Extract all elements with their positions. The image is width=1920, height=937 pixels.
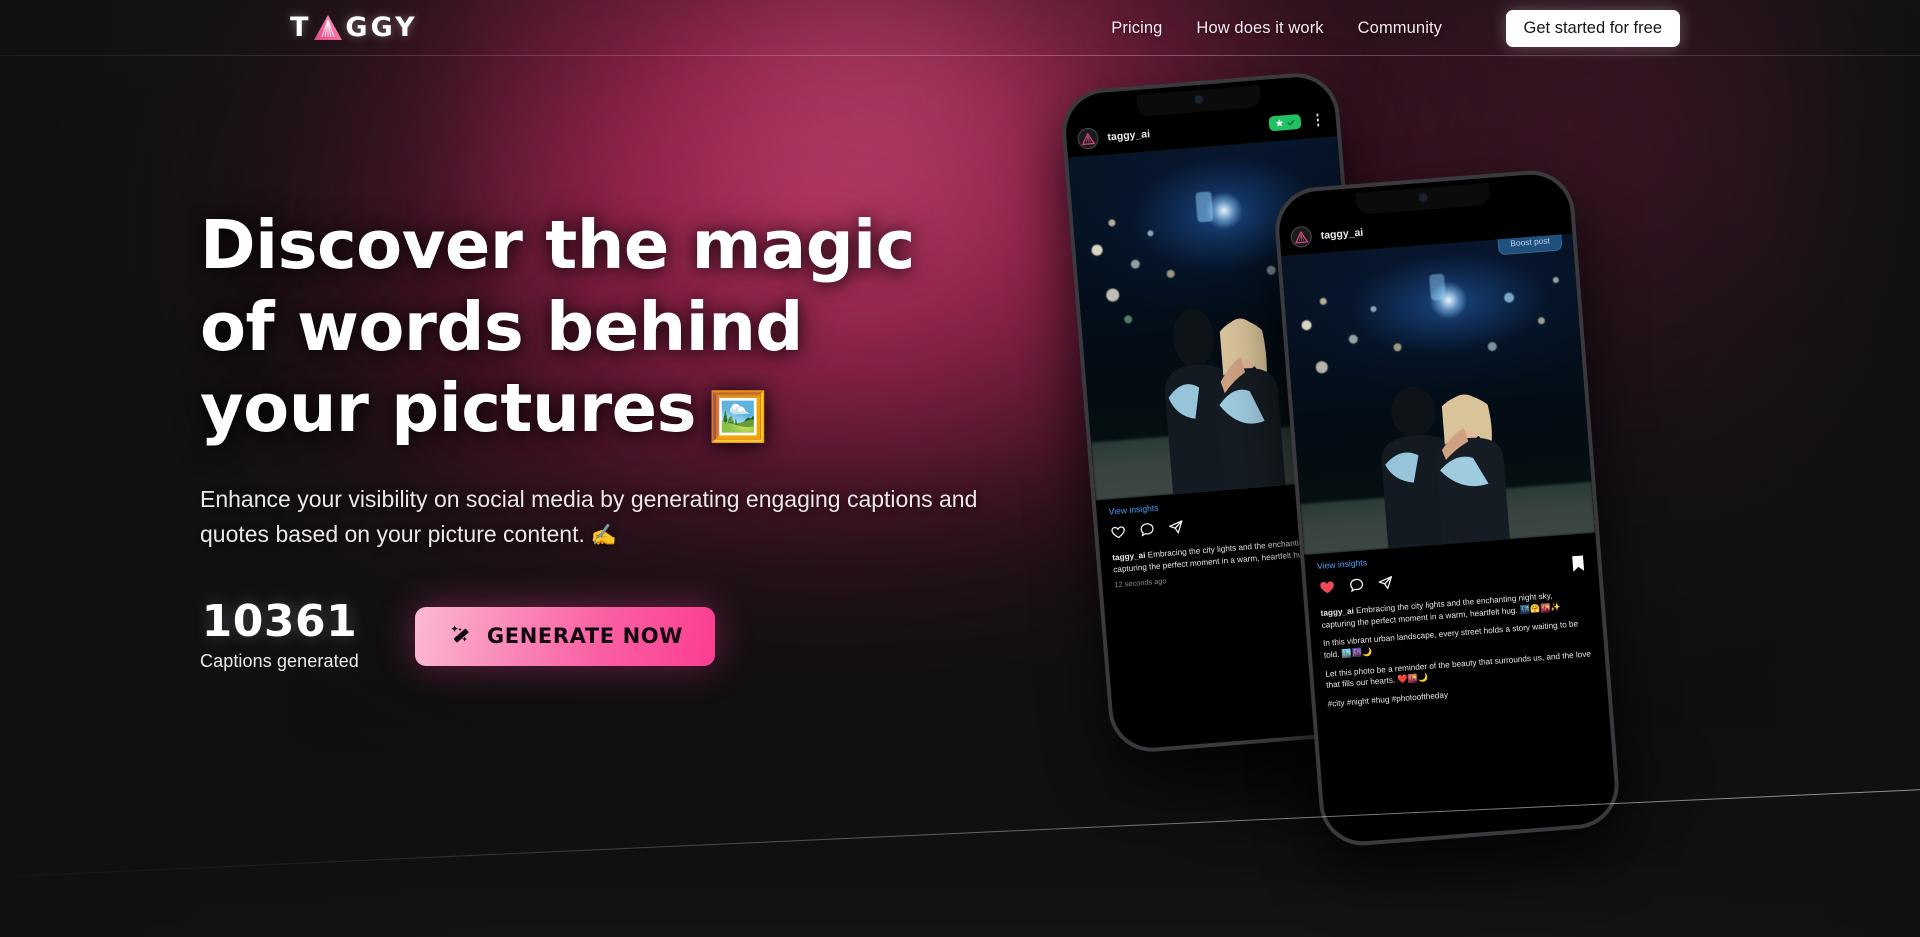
captions-counter-value: 10361 [201,596,358,648]
heart-outline-icon[interactable] [1110,523,1128,545]
caption-username-back: taggy_ai [1111,550,1146,563]
comment-bubble-icon[interactable] [1139,521,1157,543]
page-title: Discover the magic of words behind your … [200,205,990,450]
couple-photo [1381,386,1511,549]
generate-now-button[interactable]: GENERATE NOW [414,606,715,666]
magic-wand-icon [447,622,473,651]
nav-link-pricing[interactable]: Pricing [1111,19,1162,38]
three-dots-vertical-icon[interactable] [1309,113,1324,127]
phone-mockup-front: taggy_ai Boost post View insights taggy_… [1272,167,1622,849]
post-username-back: taggy_ai [1107,127,1151,143]
captions-counter-label: Captions generated [200,651,359,672]
headline-line-3: your pictures [200,369,697,448]
writing-hand-icon: ✍️ [590,524,618,548]
heart-filled-icon[interactable] [1318,578,1337,601]
post-photo-front: Boost post [1281,233,1596,556]
phone-mockups: taggy_ai View insights taggy_ai Embracin… [1058,60,1725,849]
navbar-divider [0,55,1920,56]
top-navbar: T GGY Pricing How does it work Community… [0,0,1920,56]
hero-subtitle-text: Enhance your visibility on social media … [200,486,978,548]
triangle-burst-icon [313,14,343,41]
landing-page: T GGY Pricing How does it work Community… [0,0,1920,937]
avatar [1076,127,1100,150]
phone-front-screen: taggy_ai Boost post View insights taggy_… [1276,171,1618,845]
avatar [1289,225,1313,249]
hero-subtitle: Enhance your visibility on social media … [200,482,990,552]
post-username-front: taggy_ai [1320,226,1364,242]
logo-text-prefix: T [290,11,312,43]
brand-logo[interactable]: T GGY [290,10,418,44]
nav-link-community[interactable]: Community [1358,19,1442,38]
caption-username-front: taggy_ai [1320,606,1355,618]
nav-links: Pricing How does it work Community [1111,0,1442,56]
bookmark-filled-icon[interactable] [1570,555,1587,578]
headline-line-2: of words behind [200,287,803,366]
post-caption-front: taggy_ai Embracing the city lights and t… [1308,584,1608,719]
star-verified-badge [1268,113,1302,132]
get-started-button[interactable]: Get started for free [1505,10,1680,47]
headline-line-1: Discover the magic [200,206,915,284]
logo-text-suffix: GGY [345,11,418,43]
hero-section: Discover the magic of words behind your … [200,205,990,672]
nav-link-how-does-it-work[interactable]: How does it work [1196,19,1323,38]
share-paper-plane-icon[interactable] [1377,574,1395,596]
hero-cta-row: 10361 Captions generated GENERATE NOW [200,600,990,672]
comment-bubble-icon[interactable] [1348,576,1366,598]
captions-counter: 10361 Captions generated [200,600,359,672]
framed-picture-icon: 🖼️ [708,389,768,446]
share-paper-plane-icon[interactable] [1167,519,1185,541]
generate-now-label: GENERATE NOW [486,624,683,649]
